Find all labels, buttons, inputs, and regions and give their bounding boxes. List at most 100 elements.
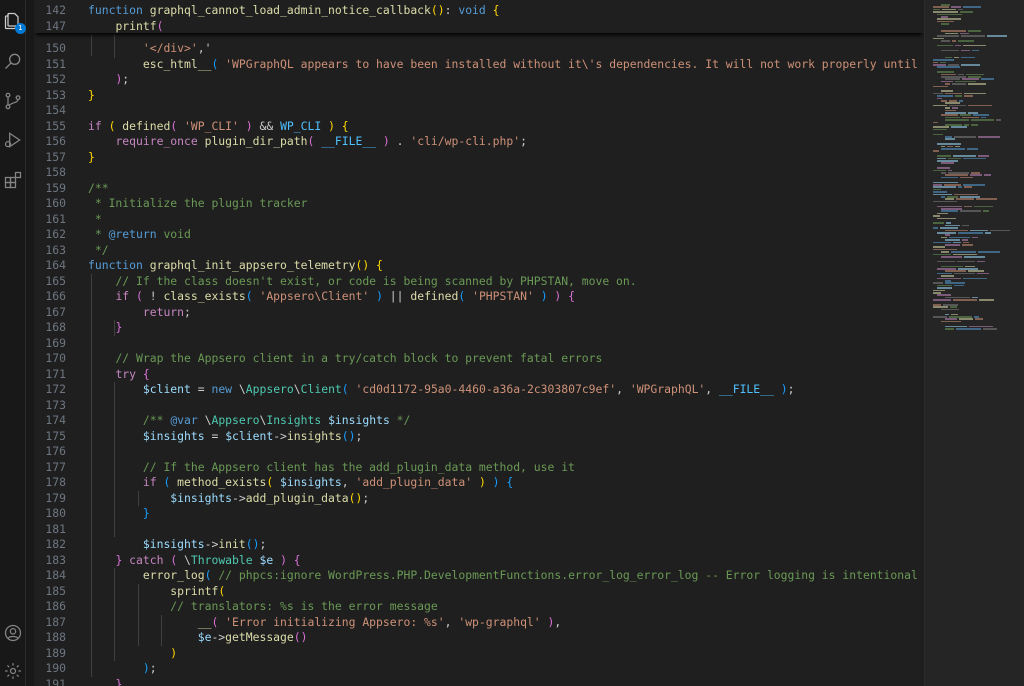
code-token: ): [246, 119, 253, 133]
line-number: 188: [34, 630, 66, 646]
code-token: ,: [445, 615, 459, 629]
extensions-icon[interactable]: [2, 169, 23, 190]
minimap-line: [941, 266, 963, 268]
line-code: try {: [88, 367, 150, 383]
explorer-badge: 1: [15, 23, 26, 34]
minimap-line: [963, 6, 981, 8]
code-token: (): [431, 3, 445, 17]
minimap-line: [944, 184, 961, 186]
minimap-line: [933, 62, 938, 64]
indent-guide: [91, 274, 92, 677]
code-token: {: [493, 3, 500, 17]
minimap-line: [968, 76, 981, 78]
sticky-scroll-header[interactable]: 142function graphql_cannot_load_admin_no…: [34, 3, 924, 33]
code-token: ->: [205, 537, 219, 551]
minimap-line: [951, 251, 976, 253]
search-icon[interactable]: [2, 50, 23, 71]
code-token: {: [376, 258, 383, 272]
line-number: 150: [34, 41, 66, 57]
minimap-line: [947, 146, 953, 148]
settings-gear-icon[interactable]: [2, 660, 23, 681]
code-token: WP_CLI: [280, 119, 321, 133]
code-token: ;: [122, 72, 129, 86]
minimap-line: [933, 194, 952, 196]
minimap[interactable]: [924, 0, 1024, 686]
minimap-line: [942, 9, 956, 11]
minimap-line: [968, 112, 978, 114]
minimap-line: [968, 270, 984, 272]
code-token: [88, 615, 198, 629]
minimap-line: [964, 186, 972, 188]
line-code: ): [88, 646, 177, 662]
minimap-line: [949, 316, 972, 318]
line-code: function graphql_init_appsero_telemetry(…: [88, 258, 383, 274]
code-token: $insights: [170, 491, 232, 505]
minimap-line: [964, 93, 986, 95]
minimap-slider[interactable]: [925, 0, 1024, 686]
minimap-line: [961, 50, 970, 52]
minimap-line: [962, 244, 973, 246]
minimap-line: [954, 273, 975, 275]
minimap-line: [964, 256, 985, 258]
code-token: __: [198, 615, 212, 629]
account-icon[interactable]: [2, 622, 23, 643]
minimap-line: [945, 124, 962, 126]
line-number: 155: [34, 119, 66, 135]
code-token: (: [218, 584, 225, 598]
explorer-icon[interactable]: 1: [2, 10, 23, 31]
source-control-icon[interactable]: [2, 90, 23, 111]
line-number: 159: [34, 181, 66, 197]
minimap-line: [945, 119, 969, 121]
code-token: [88, 367, 115, 381]
minimap-line: [960, 210, 981, 212]
minimap-line: [959, 318, 973, 320]
minimap-line: [933, 292, 941, 294]
minimap-line: [983, 328, 997, 330]
minimap-line: [933, 122, 938, 124]
line-code: }: [88, 506, 150, 522]
minimap-line: [978, 155, 989, 157]
code-token: ;: [259, 537, 266, 551]
code-token: (): [355, 258, 369, 272]
minimap-line: [976, 198, 997, 200]
minimap-line: [951, 126, 967, 128]
minimap-line: [945, 136, 952, 138]
line-number: 161: [34, 212, 66, 228]
code-token: !: [143, 289, 164, 303]
code-token: ;: [356, 429, 363, 443]
minimap-line: [947, 196, 958, 198]
minimap-line: [975, 318, 983, 320]
minimap-line: [933, 59, 954, 61]
minimap-line: [937, 285, 952, 287]
code-token: {: [342, 119, 349, 133]
code-token: (): [342, 429, 356, 443]
line-code: $e->getMessage(): [88, 630, 307, 646]
minimap-line: [945, 174, 968, 176]
minimap-line: [962, 78, 979, 80]
minimap-line: [933, 129, 947, 131]
code-token: [534, 289, 541, 303]
code-token: [486, 475, 493, 489]
minimap-line: [933, 246, 945, 248]
code-token: void: [157, 227, 191, 241]
minimap-line: [937, 155, 951, 157]
code-token: [335, 119, 342, 133]
minimap-line: [945, 83, 950, 85]
minimap-line: [962, 117, 979, 119]
run-debug-icon[interactable]: [2, 129, 23, 150]
line-code: // translators: %s is the error message: [88, 599, 438, 615]
code-token: [88, 584, 170, 598]
code-token: getMessage: [225, 630, 294, 644]
minimap-line: [981, 117, 986, 119]
line-code: */: [88, 243, 109, 259]
minimap-line: [945, 326, 967, 328]
code-token: [774, 382, 781, 396]
code-token: {: [506, 475, 513, 489]
minimap-line: [945, 57, 952, 59]
line-number: 187: [34, 615, 66, 631]
minimap-line: [941, 148, 965, 150]
minimap-line: [941, 309, 959, 311]
line-number: 160: [34, 196, 66, 212]
code-token: @return: [109, 227, 157, 241]
code-editor[interactable]: 142function graphql_cannot_load_admin_no…: [34, 0, 924, 686]
